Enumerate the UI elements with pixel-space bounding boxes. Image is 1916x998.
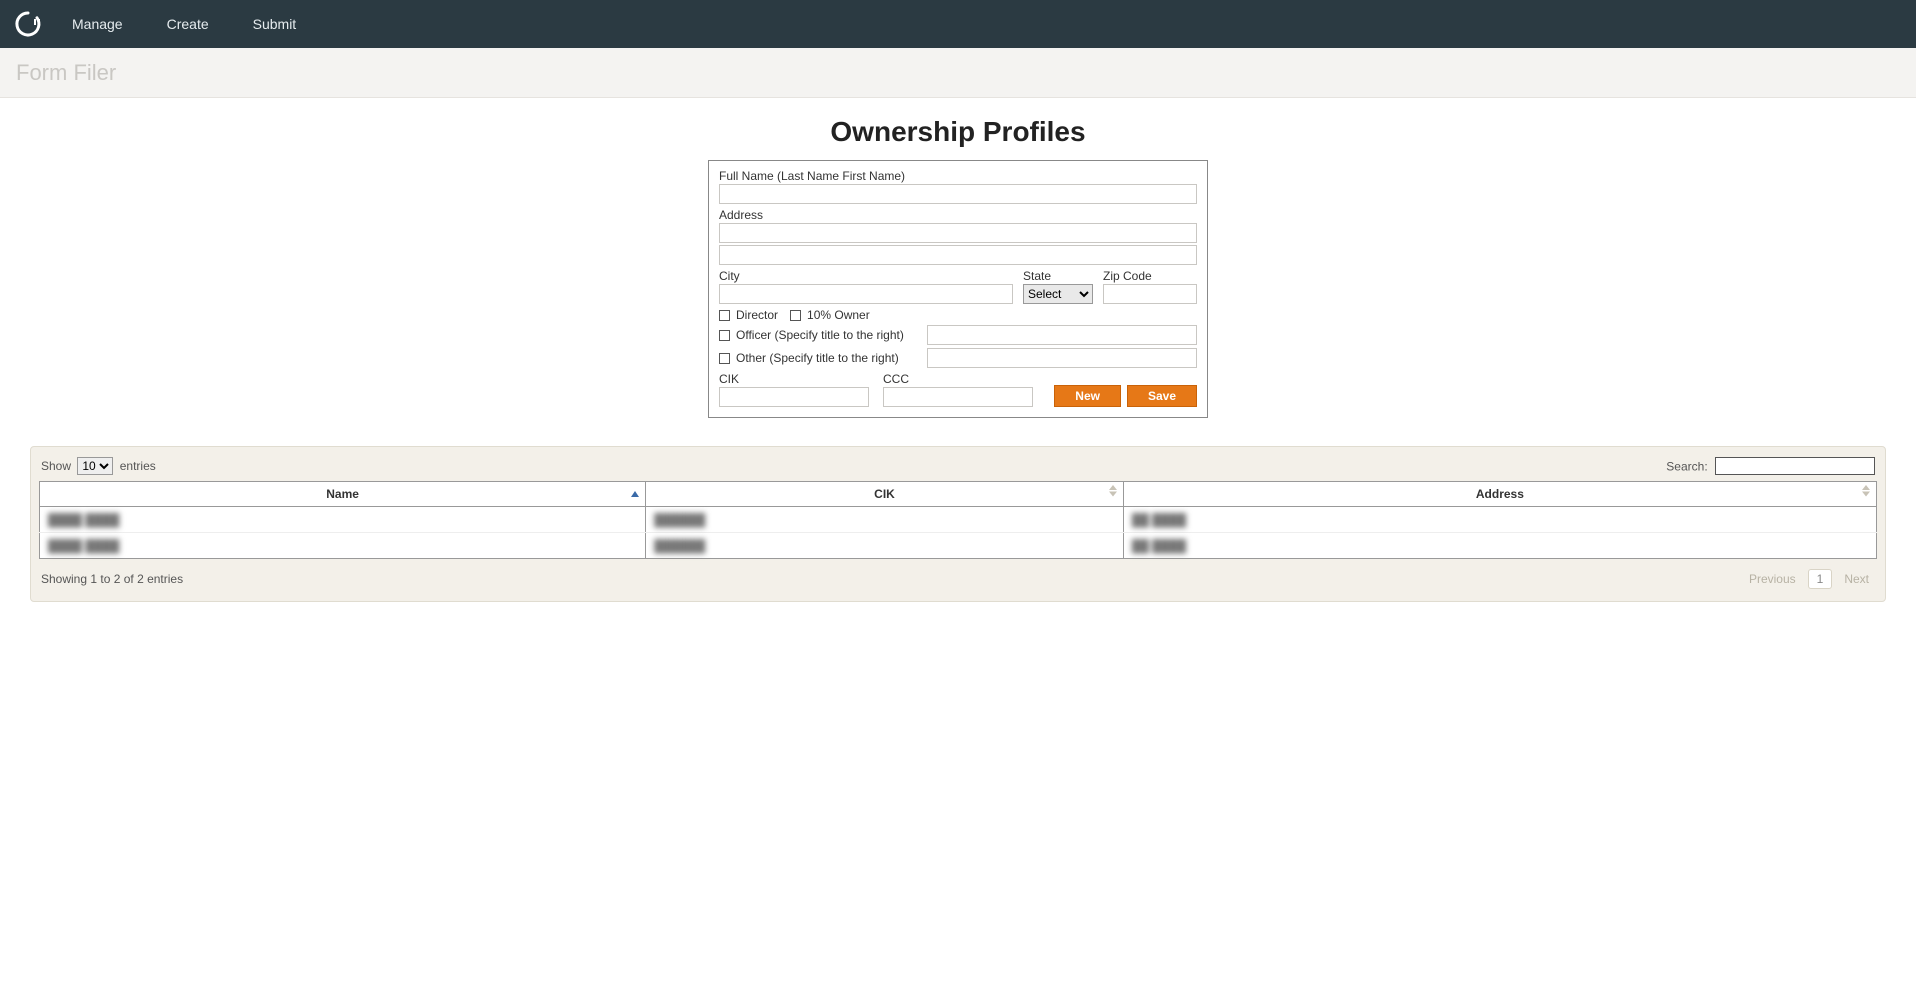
page-title: Ownership Profiles (0, 116, 1916, 148)
address1-input[interactable] (719, 223, 1197, 243)
nav-manage[interactable]: Manage (72, 16, 123, 32)
zip-input[interactable] (1103, 284, 1197, 304)
nav-submit[interactable]: Submit (253, 16, 297, 32)
app-logo (8, 4, 48, 44)
address-label: Address (719, 208, 1197, 222)
profiles-table: Name CIK Address ████ ████ ██████ ██ ███… (39, 481, 1877, 559)
col-name[interactable]: Name (40, 482, 646, 507)
logo-icon (14, 10, 42, 38)
top-nav: Manage Create Submit (0, 0, 1916, 48)
table-length-control: Show 10 entries (41, 457, 156, 475)
cik-label: CIK (719, 372, 869, 386)
ten-owner-label: 10% Owner (807, 308, 870, 322)
officer-checkbox[interactable] (719, 330, 730, 341)
other-label: Other (Specify title to the right) (736, 351, 899, 365)
full-name-label: Full Name (Last Name First Name) (719, 169, 1197, 183)
ten-owner-checkbox[interactable] (790, 310, 801, 321)
ccc-input[interactable] (883, 387, 1033, 407)
cik-input[interactable] (719, 387, 869, 407)
length-select[interactable]: 10 (77, 457, 113, 475)
cell-address: ██ ████ (1132, 513, 1186, 527)
col-cik[interactable]: CIK (646, 482, 1124, 507)
pager-next[interactable]: Next (1838, 570, 1875, 588)
new-button[interactable]: New (1054, 385, 1121, 407)
officer-label: Officer (Specify title to the right) (736, 328, 904, 342)
profile-form: Full Name (Last Name First Name) Address… (708, 160, 1208, 418)
nav-create[interactable]: Create (167, 16, 209, 32)
pager-previous[interactable]: Previous (1743, 570, 1802, 588)
zip-label: Zip Code (1103, 269, 1197, 283)
save-button[interactable]: Save (1127, 385, 1197, 407)
cell-name: ████ ████ (48, 513, 119, 527)
cell-cik: ██████ (654, 539, 705, 553)
cell-name: ████ ████ (48, 539, 119, 553)
col-address[interactable]: Address (1123, 482, 1876, 507)
ccc-label: CCC (883, 372, 1033, 386)
director-label: Director (736, 308, 778, 322)
director-checkbox[interactable] (719, 310, 730, 321)
app-title: Form Filer (16, 60, 116, 86)
pager-page-1[interactable]: 1 (1808, 569, 1833, 589)
full-name-input[interactable] (719, 184, 1197, 204)
city-label: City (719, 269, 1013, 283)
table-search: Search: (1666, 457, 1875, 475)
table-info: Showing 1 to 2 of 2 entries (41, 572, 183, 586)
search-input[interactable] (1715, 457, 1875, 475)
officer-title-input[interactable] (927, 325, 1197, 345)
search-label: Search: (1666, 460, 1707, 474)
table-row[interactable]: ████ ████ ██████ ██ ████ (40, 507, 1877, 533)
sub-header: Form Filer (0, 48, 1916, 98)
length-prefix: Show (41, 459, 71, 473)
other-checkbox[interactable] (719, 353, 730, 364)
table-pager: Previous 1 Next (1743, 569, 1875, 589)
address2-input[interactable] (719, 245, 1197, 265)
state-label: State (1023, 269, 1093, 283)
profiles-table-panel: Show 10 entries Search: Name CIK Address… (30, 446, 1886, 602)
cell-cik: ██████ (654, 513, 705, 527)
length-suffix: entries (120, 459, 156, 473)
other-title-input[interactable] (927, 348, 1197, 368)
city-input[interactable] (719, 284, 1013, 304)
cell-address: ██ ████ (1132, 539, 1186, 553)
table-row[interactable]: ████ ████ ██████ ██ ████ (40, 533, 1877, 559)
state-select[interactable]: Select (1023, 284, 1093, 304)
